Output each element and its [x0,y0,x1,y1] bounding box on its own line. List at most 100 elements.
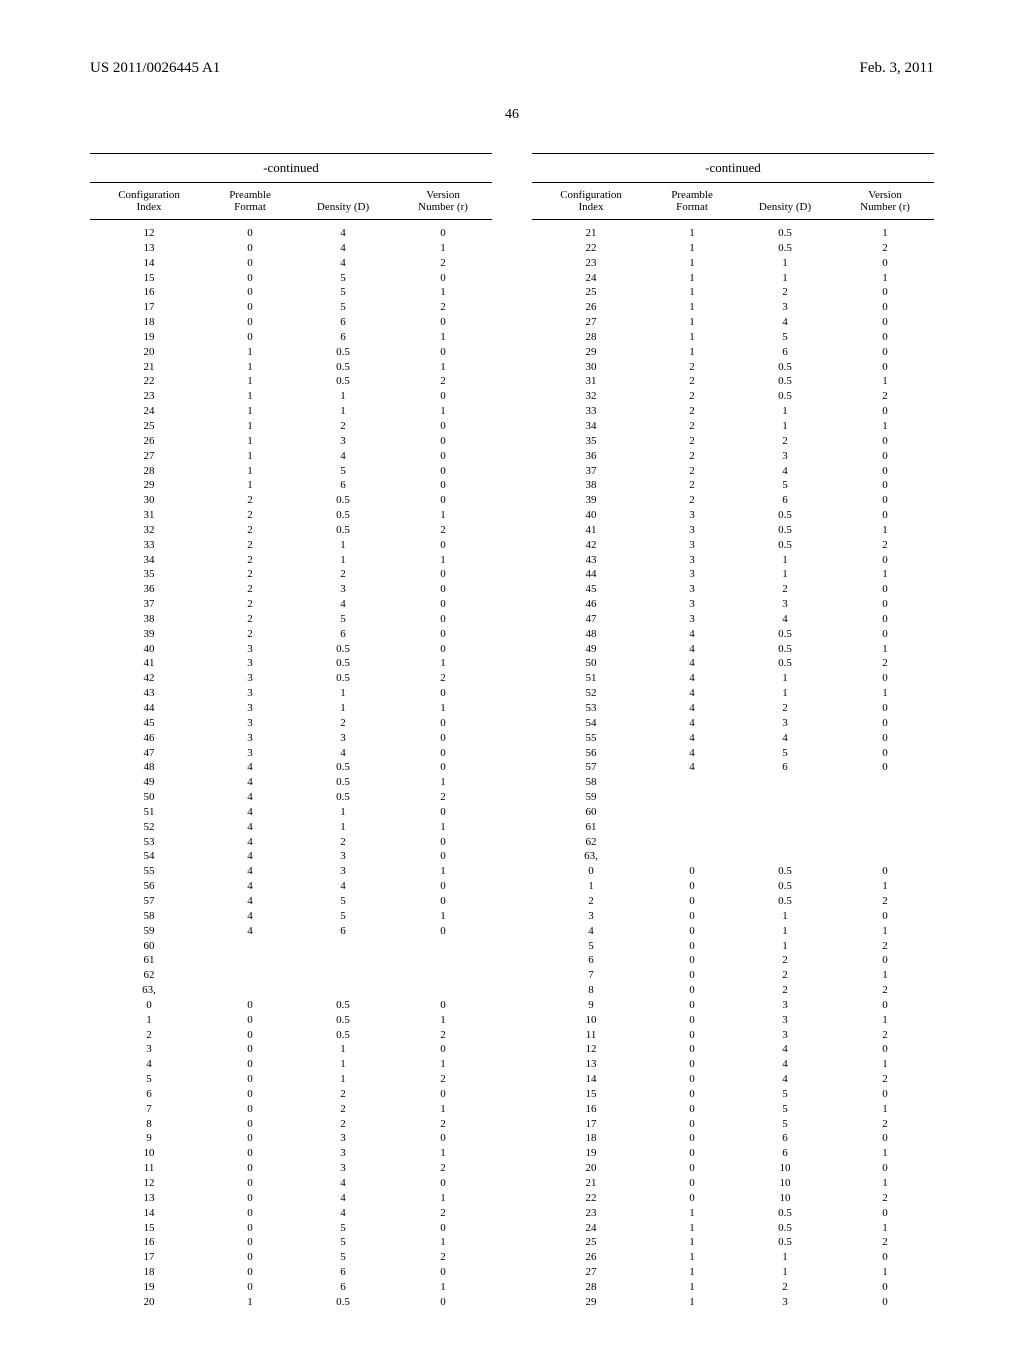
table-cell: 2 [208,523,292,538]
table-cell: 4 [208,790,292,805]
table-cell: 1 [208,345,292,360]
col-header: Density (D) [292,183,394,220]
table-cell: 0.5 [734,360,836,375]
table-row: 60 [532,805,934,820]
table-cell: 1 [836,1146,934,1161]
table-cell: 2 [650,419,734,434]
table-row: 24111 [532,271,934,286]
table-cell: 0 [650,924,734,939]
table-cell: 2 [292,716,394,731]
table-cell: 1 [394,285,492,300]
table-cell: 26 [532,1250,650,1265]
left-table: -continued ConfigurationIndex PreambleFo… [90,153,492,1310]
table-cell: 1 [836,220,934,241]
table-cell: 2 [650,389,734,404]
table-cell: 2 [90,1028,208,1043]
table-cell: 14 [532,1072,650,1087]
table-cell: 1 [394,508,492,523]
table-row: 4030.50 [90,642,492,657]
table-cell: 1 [836,686,934,701]
table-cell: 0.5 [734,508,836,523]
table-cell: 1 [836,1057,934,1072]
table-cell: 3 [292,731,394,746]
table-cell: 0 [394,716,492,731]
table-cell: 6 [292,924,394,939]
table-cell: 0.5 [734,642,836,657]
table-cell: 1 [650,315,734,330]
table-cell: 1 [734,553,836,568]
table-cell: 3 [734,597,836,612]
table-cell: 29 [90,478,208,493]
table-cell: 0 [394,805,492,820]
table-cell: 2 [836,538,934,553]
table-cell [836,790,934,805]
table-row: 2310.50 [532,1206,934,1221]
table-cell: 4 [734,731,836,746]
table-cell: 2 [734,582,836,597]
table-cell: 0 [394,642,492,657]
table-cell: 1 [292,701,394,716]
table-cell: 0 [650,1087,734,1102]
table-cell: 1 [292,553,394,568]
table-cell: 0 [836,256,934,271]
table-cell [734,820,836,835]
table-cell: 0.5 [734,220,836,241]
table-cell: 25 [532,285,650,300]
table-cell: 0 [394,1295,492,1310]
table-cell: 2 [292,567,394,582]
table-row: 12040 [532,1042,934,1057]
table-cell: 6 [90,1087,208,1102]
table-cell: 46 [532,597,650,612]
table-cell: 0 [650,1013,734,1028]
table-row: 29160 [90,478,492,493]
table-cell: 0.5 [292,360,394,375]
table-cell: 0 [208,315,292,330]
table-cell: 1 [650,330,734,345]
table-cell: 7 [532,968,650,983]
table-cell: 0.5 [292,1295,394,1310]
table-row: 57460 [532,760,934,775]
table-row: 8022 [90,1117,492,1132]
table-cell: 28 [90,464,208,479]
table-cell: 49 [532,642,650,657]
table-cell: 3 [734,1028,836,1043]
table-cell: 0.5 [734,538,836,553]
table-cell: 1 [650,1280,734,1295]
table-row: 220102 [532,1191,934,1206]
table-cell: 5 [292,1235,394,1250]
table-row: 27140 [90,449,492,464]
table-cell: 1 [394,1146,492,1161]
table-cell: 6 [734,493,836,508]
table-cell: 31 [532,374,650,389]
table-row: 9030 [532,998,934,1013]
table-cell: 2 [208,567,292,582]
table-row: 3220.52 [532,389,934,404]
table-cell: 4 [208,894,292,909]
table-cell: 1 [394,553,492,568]
table-row: 39260 [532,493,934,508]
table-cell: 3 [650,567,734,582]
table-cell [292,939,394,954]
table-row: 52411 [532,686,934,701]
table-cell: 4 [292,1206,394,1221]
table-cell: 60 [90,939,208,954]
table-cell: 44 [90,701,208,716]
table-cell: 2 [836,894,934,909]
table-cell: 1 [208,374,292,389]
table-cell: 33 [90,538,208,553]
table-row: 62 [532,835,934,850]
table-cell: 0 [836,716,934,731]
col-header: VersionNumber (r) [394,183,492,220]
table-cell: 0 [208,1221,292,1236]
right-column: -continued ConfigurationIndex PreambleFo… [532,153,934,1310]
table-cell: 2 [394,1072,492,1087]
table-cell: 14 [90,256,208,271]
table-cell: 6 [734,1131,836,1146]
table-row: 55440 [532,731,934,746]
table-cell: 1 [90,1013,208,1028]
left-column: -continued ConfigurationIndex PreambleFo… [90,153,492,1310]
table-cell: 9 [532,998,650,1013]
table-cell: 19 [90,1280,208,1295]
table-cell [836,775,934,790]
table-row: 45320 [532,582,934,597]
